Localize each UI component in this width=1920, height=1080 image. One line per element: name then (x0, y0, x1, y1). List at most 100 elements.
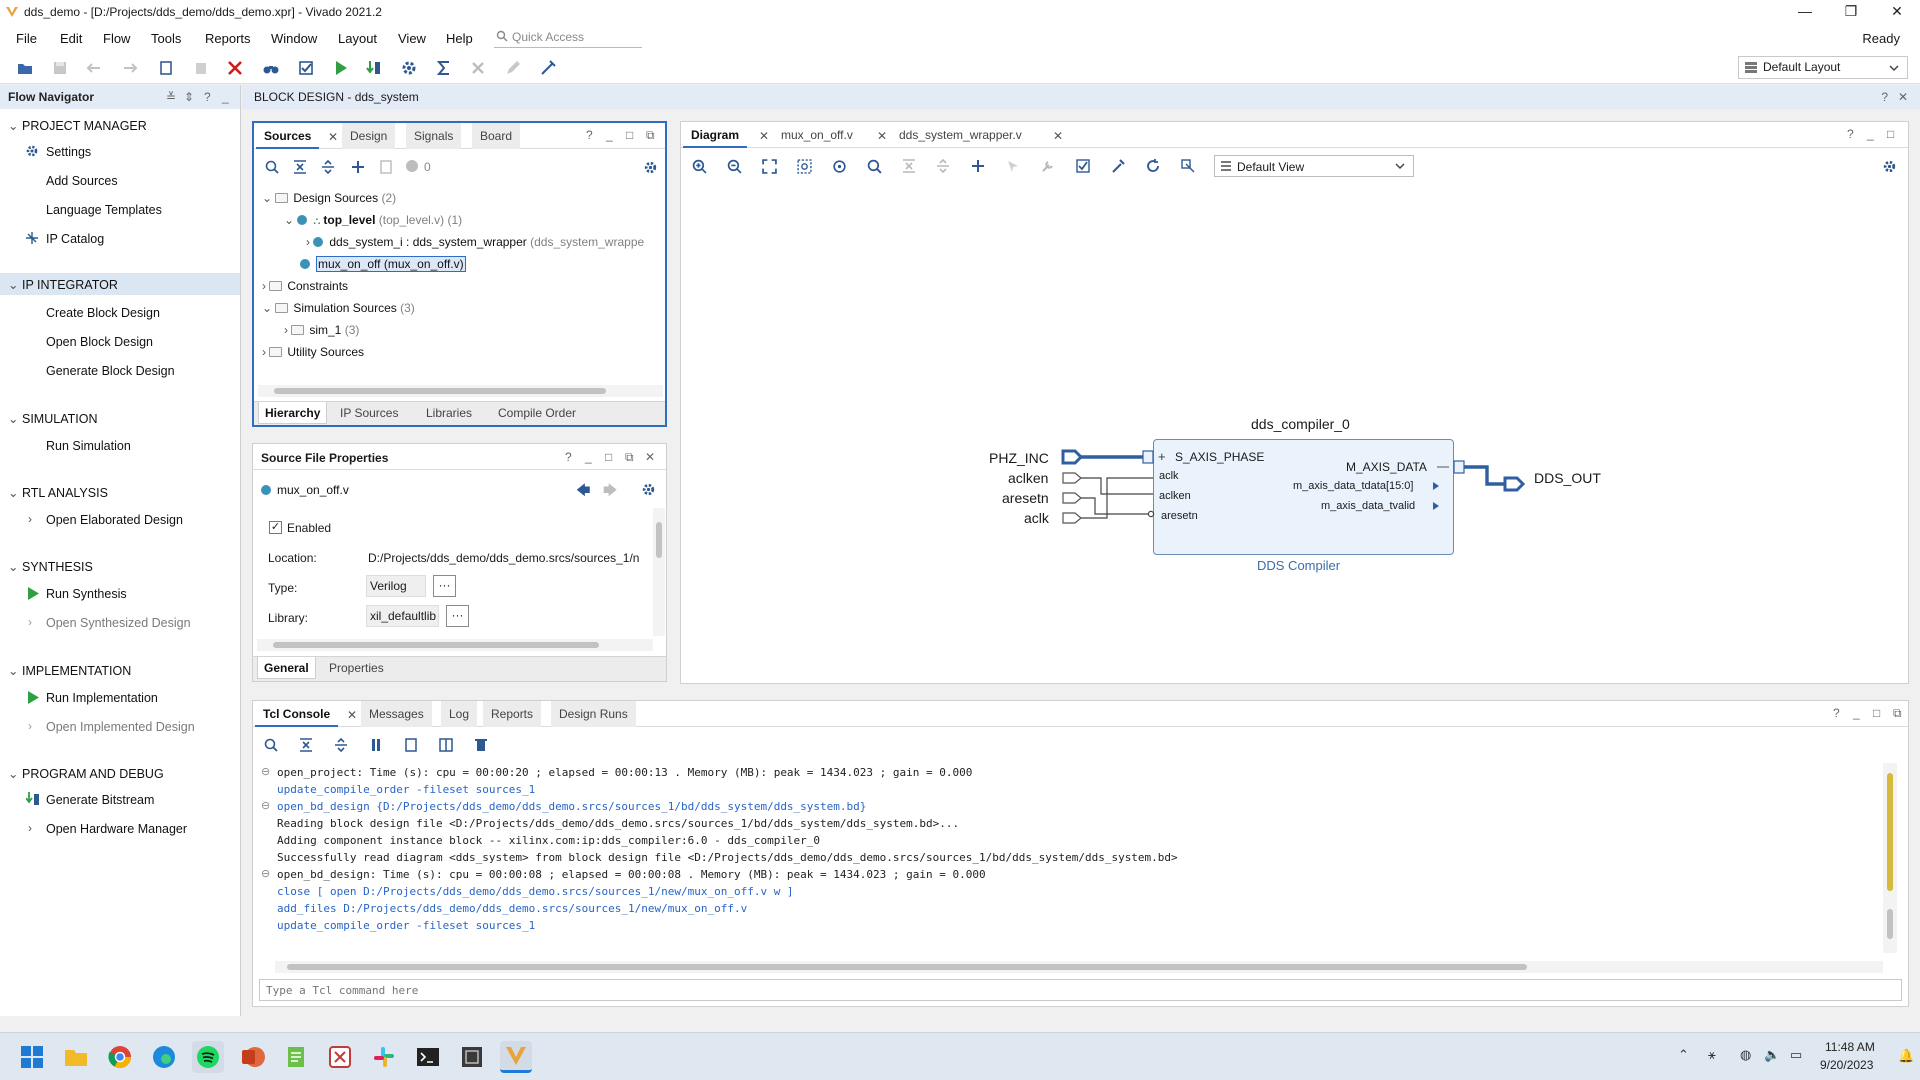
start-button[interactable] (16, 1041, 48, 1073)
section-synthesis[interactable]: ⌄ SYNTHESIS (8, 559, 93, 574)
console-collapse-button[interactable] (296, 735, 316, 755)
undo-button[interactable] (84, 57, 106, 79)
expand-button[interactable] (933, 156, 953, 176)
nav-open-block-design[interactable]: Open Block Design (46, 335, 153, 349)
clock-time[interactable]: 11:48 AM (1825, 1040, 1875, 1054)
section-program-and-debug[interactable]: ⌄ PROGRAM AND DEBUG (8, 766, 164, 781)
taskbar-terminal[interactable] (412, 1041, 444, 1073)
tab-mux-on-off-v[interactable]: mux_on_off.v (773, 122, 861, 148)
add-sources-button[interactable] (348, 157, 368, 177)
make-connection-button[interactable] (1003, 156, 1023, 176)
clock-date[interactable]: 9/20/2023 (1820, 1058, 1873, 1072)
run-automation-button[interactable] (1108, 156, 1128, 176)
diagram-canvas[interactable]: dds_compiler_0 DDS Compiler + S_AXIS_PHA… (681, 184, 1908, 683)
console-columns-button[interactable] (436, 735, 456, 755)
type-more-button[interactable]: ··· (433, 575, 456, 597)
help-icon[interactable]: ? (1847, 127, 1854, 141)
scroll-thumb[interactable] (1887, 909, 1893, 939)
menu-window[interactable]: Window (271, 31, 317, 46)
add-ip-button[interactable] (968, 156, 988, 176)
tab-design[interactable]: Design (342, 123, 396, 149)
tree-constraints[interactable]: › Constraints (262, 277, 348, 295)
menu-reports[interactable]: Reports (205, 31, 251, 46)
float-icon[interactable]: ⧉ (625, 450, 634, 465)
console-search-button[interactable] (261, 735, 281, 755)
help-icon[interactable]: ? (586, 128, 593, 142)
redo-button[interactable] (118, 57, 140, 79)
sources-settings-button[interactable] (640, 157, 660, 177)
maximize-icon[interactable]: □ (605, 450, 612, 464)
tab-general[interactable]: General (257, 657, 316, 679)
collapse-button[interactable] (899, 156, 919, 176)
settings-button[interactable] (398, 57, 420, 79)
close-tab-icon[interactable]: ✕ (877, 129, 887, 143)
quick-access-input[interactable]: Quick Access (494, 27, 642, 48)
tab-log[interactable]: Log (441, 701, 478, 727)
library-more-button[interactable]: ··· (446, 605, 469, 627)
paste-button[interactable] (190, 57, 212, 79)
properties-tool-button[interactable] (1038, 156, 1058, 176)
sources-hscrollbar[interactable] (258, 385, 663, 397)
notification-bell-icon[interactable]: 🔔 (1898, 1048, 1914, 1064)
nav-language-templates[interactable]: Language Templates (46, 203, 162, 217)
taskbar-explorer[interactable] (60, 1041, 92, 1073)
zoom-in-button[interactable] (689, 156, 709, 176)
close-icon[interactable]: ✕ (645, 450, 655, 464)
validate-design-button[interactable] (1073, 156, 1093, 176)
close-button[interactable]: ✕ (1874, 0, 1920, 24)
file-button[interactable] (376, 157, 396, 177)
section-implementation[interactable]: ⌄ IMPLEMENTATION (8, 663, 131, 678)
tcl-command-input[interactable] (259, 979, 1902, 1001)
console-clear-button[interactable] (471, 735, 491, 755)
taskbar-snipping[interactable] (324, 1041, 356, 1073)
help-icon[interactable]: ? (204, 85, 211, 109)
maximize-icon[interactable]: □ (626, 128, 633, 142)
tray-speaker-icon[interactable]: 🔈 (1764, 1047, 1780, 1063)
console-pause-button[interactable] (366, 735, 386, 755)
section-rtl-analysis[interactable]: ⌄ RTL ANALYSIS (8, 485, 108, 500)
tab-messages[interactable]: Messages (361, 701, 432, 727)
scroll-thumb[interactable] (287, 964, 1527, 970)
section-project-manager[interactable]: ⌄ PROJECT MANAGER (8, 118, 147, 133)
nav-open-hardware-manager[interactable]: Open Hardware Manager (46, 822, 187, 836)
fold-icon[interactable]: ⊖ (261, 867, 270, 880)
fold-icon[interactable]: ⊖ (261, 799, 270, 812)
tab-reports[interactable]: Reports (483, 701, 542, 727)
expand-all-button[interactable] (318, 157, 338, 177)
tray-battery-icon[interactable]: ▭ (1790, 1047, 1802, 1063)
tree-top-level[interactable]: ⌄ ⛬ top_level (top_level.v) (1) (284, 211, 462, 229)
menu-layout[interactable]: Layout (338, 31, 377, 46)
tray-network-icon[interactable]: ⚹ (1708, 1047, 1716, 1063)
regenerate-layout-button[interactable] (1143, 156, 1163, 176)
nav-create-block-design[interactable]: Create Block Design (46, 306, 160, 320)
minimize-button[interactable]: — (1782, 0, 1828, 24)
taskbar-vivado[interactable] (500, 1041, 532, 1073)
tab-libraries[interactable]: Libraries (420, 402, 478, 424)
run-button[interactable] (330, 57, 352, 79)
nav-generate-block-design[interactable]: Generate Block Design (46, 364, 175, 378)
maximize-icon[interactable]: □ (1887, 127, 1894, 141)
enabled-checkbox[interactable]: ✓ (269, 521, 282, 534)
collapse-all-button[interactable] (290, 157, 310, 177)
console-copy-button[interactable] (401, 735, 421, 755)
tab-board[interactable]: Board (472, 123, 521, 149)
minimize-panel-icon[interactable]: _ (222, 85, 229, 109)
tree-simulation-sources[interactable]: ⌄ Simulation Sources (3) (262, 299, 415, 317)
help-icon[interactable]: ? (1881, 85, 1888, 109)
console-expand-button[interactable] (331, 735, 351, 755)
properties-hscrollbar[interactable] (257, 639, 653, 651)
menu-tools[interactable]: Tools (151, 31, 181, 46)
tab-design-runs[interactable]: Design Runs (551, 701, 636, 727)
nav-generate-bitstream[interactable]: Generate Bitstream (46, 793, 154, 807)
tab-diagram[interactable]: Diagram (683, 122, 748, 148)
search-button[interactable] (864, 156, 884, 176)
tray-globe-icon[interactable]: ◍ (1740, 1047, 1751, 1063)
debug-tool-button[interactable] (537, 57, 559, 79)
search-button[interactable] (262, 157, 282, 177)
diagram-settings-button[interactable] (1879, 156, 1899, 176)
validate-button[interactable] (295, 57, 317, 79)
taskbar-vitis[interactable] (456, 1041, 488, 1073)
tray-chevron-up-icon[interactable]: ⌃ (1678, 1047, 1689, 1063)
tab-signals[interactable]: Signals (406, 123, 462, 149)
nav-run-simulation[interactable]: Run Simulation (46, 439, 131, 453)
